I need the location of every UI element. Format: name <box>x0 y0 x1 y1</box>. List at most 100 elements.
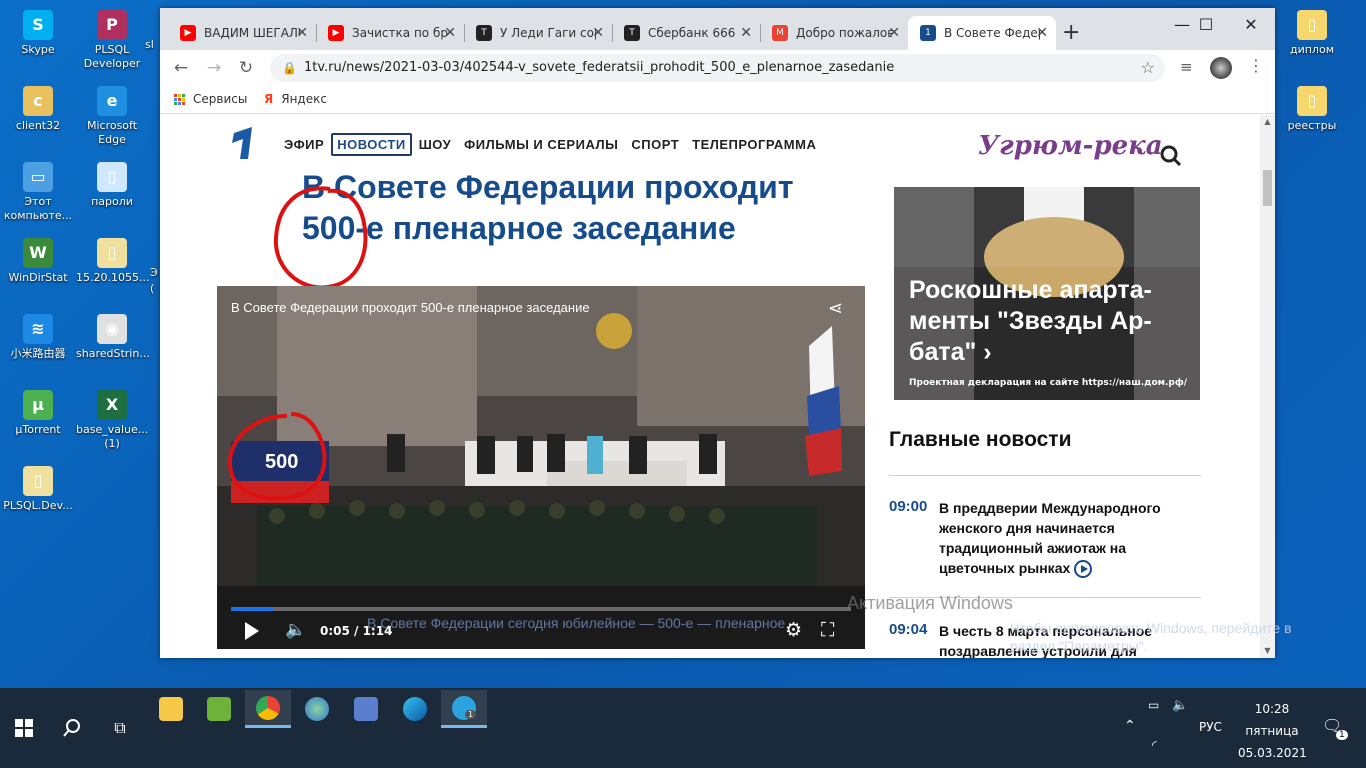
site-nav-item[interactable]: ШОУ <box>413 133 457 156</box>
site-nav-item[interactable]: СПОРТ <box>625 133 685 156</box>
app-icon: µ <box>23 390 53 420</box>
search-icon[interactable] <box>1160 145 1182 167</box>
site-nav: ЭФИР НОВОСТИ ШОУ ФИЛЬМЫ И СЕРИАЛЫ СПОРТ ТЕЛЕП… <box>278 133 823 156</box>
taskbar-telegram[interactable]: 1 <box>441 690 487 728</box>
browser-tab[interactable]: 1 В Совете Федерации✕ <box>908 16 1056 50</box>
wifi-icon[interactable]: ◜ <box>1152 738 1157 752</box>
bookmark-label: Сервисы <box>193 92 248 106</box>
close-window-button[interactable]: ✕ <box>1231 12 1271 38</box>
play-icon[interactable] <box>245 622 259 640</box>
desktop-icon[interactable]: P PLSQL Developer <box>76 10 148 71</box>
desktop-icon[interactable]: ▯ диплом <box>1276 10 1348 57</box>
bookmark-yandex[interactable]: Я Яндекс <box>264 92 327 106</box>
play-circle-icon[interactable] <box>1074 560 1093 579</box>
site-nav-item[interactable]: ТЕЛЕПРОГРАММА <box>686 133 822 156</box>
new-tab-button[interactable]: + <box>1062 20 1080 45</box>
taskbar-notepad-app[interactable] <box>196 690 242 728</box>
tab-close-icon[interactable]: ✕ <box>1036 25 1048 41</box>
clock[interactable]: 10:28 пятница 05.03.2021 <box>1238 698 1307 764</box>
notification-count: 1 <box>1336 730 1348 740</box>
desktop-icon-label: PLSQL Developer <box>83 43 141 70</box>
tab-close-icon[interactable]: ✕ <box>296 25 308 41</box>
taskbar-network-app[interactable] <box>343 690 389 728</box>
monitor-icon <box>354 697 378 721</box>
site-nav-item[interactable]: ЭФИР <box>278 133 330 156</box>
profile-avatar[interactable] <box>1210 57 1232 79</box>
desktop-icon-label: Этот компьюте... <box>3 195 73 222</box>
edge-icon <box>403 697 427 721</box>
desktop-icon-label: 15.20.1055... <box>76 271 150 284</box>
desktop-icon[interactable]: ▯ реестры <box>1276 86 1348 133</box>
fullscreen-icon[interactable]: ⛶ <box>821 619 834 641</box>
desktop-icon[interactable]: S Skype <box>2 10 74 57</box>
scroll-up-arrow-icon[interactable]: ▲ <box>1260 115 1275 129</box>
language-indicator[interactable]: РУС <box>1199 720 1222 734</box>
start-button[interactable] <box>0 708 48 748</box>
tab-strip: ▶ВАДИМ ШЕГАЛОВ✕▶Зачистка по бренду✕TУ Ле… <box>160 8 1275 50</box>
desktop-icon[interactable]: ▯ 15.20.1055... <box>76 238 150 285</box>
browser-tab[interactable]: ▶ Зачистка по бренду✕ <box>316 16 464 50</box>
settings-gear-icon[interactable]: ⚙ <box>785 619 802 641</box>
speaker-icon[interactable]: 🔈 <box>1172 698 1188 713</box>
desktop-icon[interactable]: ▯ PLSQL.Dev... <box>2 466 74 513</box>
menu-kebab-icon[interactable]: ⋮ <box>1248 56 1264 75</box>
video-controls: 🔈 0:05 / 1:14 ⚙ ⛶ <box>217 616 865 649</box>
desktop-icon[interactable]: e Microsoft Edge <box>76 86 148 147</box>
scroll-thumb[interactable] <box>1263 170 1272 206</box>
tab-close-icon[interactable]: ✕ <box>444 25 456 41</box>
desktop-icon[interactable]: W WinDirStat <box>2 238 74 285</box>
video-player[interactable]: 500 В Совете Федерации проходит 500-е пл… <box>217 286 865 649</box>
task-view-button[interactable]: ⧉ <box>96 708 144 748</box>
headline-line: В Совете Федерации проходит <box>302 169 794 205</box>
show-hidden-icons-button[interactable]: ⌃ <box>1124 718 1136 734</box>
bookmark-services[interactable]: Сервисы <box>174 92 247 106</box>
address-bar[interactable]: 🔒 1tv.ru/news/2021-03-03/402544-v_sovete… <box>270 54 1165 82</box>
url-text: 1tv.ru/news/2021-03-03/402544-v_sovete_f… <box>304 60 895 75</box>
taskbar-edge[interactable] <box>392 690 438 728</box>
page-scrollbar[interactable]: ▲ ▼ <box>1260 115 1275 658</box>
desktop-icon[interactable]: ◉ sharedStrin... <box>76 314 150 361</box>
magnifier-icon <box>63 719 80 737</box>
divider <box>889 475 1201 476</box>
search-button[interactable] <box>48 708 96 748</box>
notepad-icon <box>207 697 231 721</box>
app-icon: X <box>97 390 127 420</box>
desktop-icon[interactable]: ▯ пароли <box>76 162 148 209</box>
reading-list-icon[interactable]: ≡ <box>1180 58 1193 76</box>
desktop-icon[interactable]: c client32 <box>2 86 74 133</box>
back-button[interactable]: ← <box>169 57 193 79</box>
site-nav-item[interactable]: ФИЛЬМЫ И СЕРИАЛЫ <box>458 133 624 156</box>
browser-tab[interactable]: T У Леди Гаги сорвали✕ <box>464 16 612 50</box>
channel-one-logo[interactable] <box>230 125 260 161</box>
tab-close-icon[interactable]: ✕ <box>888 25 900 41</box>
desktop-icon-label: реестры <box>1287 119 1337 132</box>
taskbar-globe-app[interactable] <box>294 690 340 728</box>
desktop-icon[interactable]: Xbase_value... (1) <box>76 390 148 451</box>
video-progress-bar[interactable] <box>231 607 851 611</box>
tab-favicon-icon: T <box>476 25 492 41</box>
folder-icon: ▯ <box>1297 86 1327 116</box>
app-icon: ◉ <box>97 314 127 344</box>
site-nav-item[interactable]: НОВОСТИ <box>331 133 412 156</box>
browser-tab[interactable]: M Добро пожаловать✕ <box>760 16 908 50</box>
volume-icon[interactable]: 🔈 <box>285 620 306 640</box>
tab-close-icon[interactable]: ✕ <box>740 25 752 41</box>
tab-close-icon[interactable]: ✕ <box>592 25 604 41</box>
forward-button[interactable]: → <box>202 57 226 79</box>
desktop-icon[interactable]: ▭ Этот компьюте... <box>2 162 74 223</box>
browser-tab[interactable]: T Сбербанк 666 ✕ <box>612 16 760 50</box>
network-status-icon[interactable]: ▭ <box>1148 698 1159 712</box>
news-item[interactable]: 09:00 В преддверии Международного женско… <box>889 498 1201 579</box>
browser-tab[interactable]: ▶ ВАДИМ ШЕГАЛОВ✕ <box>168 16 316 50</box>
ad-banner[interactable]: Роскошные апарта-менты "Звезды Ар-бата" … <box>894 187 1200 400</box>
reload-button[interactable]: ↻ <box>234 57 258 79</box>
red-circle-annotation <box>273 186 368 290</box>
taskbar-chrome[interactable] <box>245 690 291 728</box>
bookmark-star-icon[interactable]: ☆ <box>1141 54 1155 82</box>
desktop-icon[interactable]: ≋ 小米路由器 <box>2 314 74 361</box>
desktop-icon[interactable]: µ µTorrent <box>2 390 74 437</box>
maximize-button[interactable]: ☐ <box>1186 12 1226 38</box>
folder-icon: ▯ <box>1297 10 1327 40</box>
taskbar-file-explorer[interactable] <box>148 690 194 728</box>
share-icon[interactable]: ⋖ <box>828 298 843 319</box>
